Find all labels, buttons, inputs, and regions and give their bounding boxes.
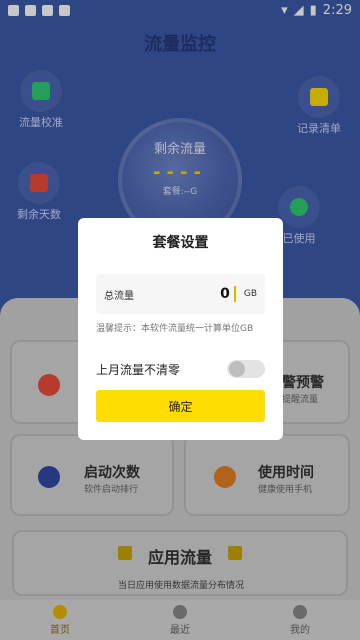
unit-label: GB bbox=[243, 289, 257, 299]
confirm-button[interactable]: 确定 bbox=[96, 390, 265, 422]
total-traffic-field[interactable]: 总流量 0 GB bbox=[96, 274, 265, 314]
package-settings-dialog: 套餐设置 总流量 0 GB 温馨提示：本软件流量统一计算单位GB 上月流量不清零… bbox=[78, 218, 283, 440]
total-traffic-input[interactable]: 0 bbox=[220, 286, 236, 302]
keep-last-month-label: 上月流量不清零 bbox=[96, 362, 181, 377]
unit-tip: 温馨提示：本软件流量统一计算单位GB bbox=[96, 324, 254, 334]
total-traffic-label: 总流量 bbox=[104, 290, 134, 302]
keep-last-month-toggle[interactable] bbox=[227, 360, 265, 378]
dialog-title: 套餐设置 bbox=[152, 235, 209, 251]
keep-last-month-row: 上月流量不清零 bbox=[96, 360, 265, 378]
